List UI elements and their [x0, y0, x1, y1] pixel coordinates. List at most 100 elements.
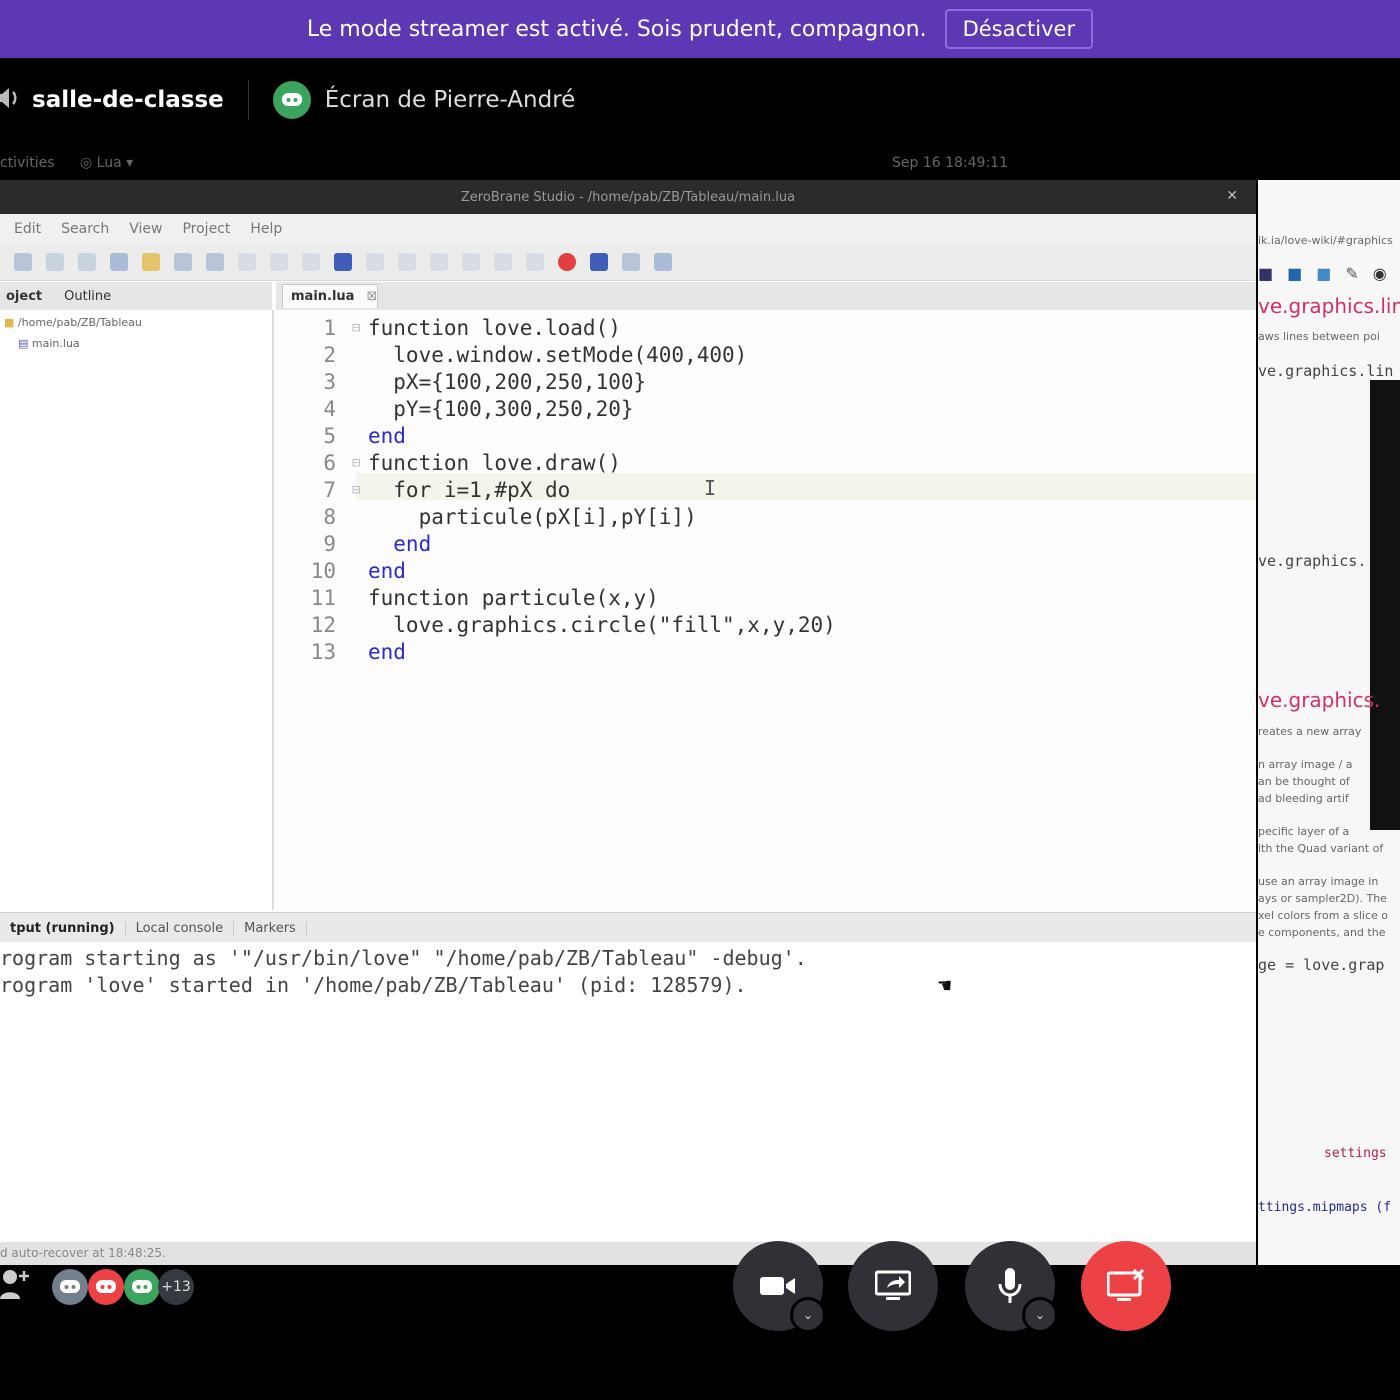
step-out-icon[interactable] — [302, 253, 320, 271]
code-line: end — [368, 424, 406, 448]
screen-share-icon — [875, 1270, 911, 1300]
activities-label: ctivities — [0, 155, 55, 171]
new-file-icon[interactable] — [14, 253, 32, 271]
doc-code: ve.graphics.lin — [1258, 362, 1394, 380]
find-icon[interactable] — [174, 253, 192, 271]
editor-tab-main[interactable]: main.lua ⊠ — [282, 284, 378, 308]
stop-stream-button[interactable] — [1081, 1241, 1171, 1331]
stop-icon[interactable] — [398, 253, 416, 271]
line-number: 3 — [323, 370, 336, 394]
project-tree: ■ /home/pab/ZB/Tableau ▤ main.lua — [0, 310, 274, 910]
tab-project[interactable]: oject — [6, 289, 42, 304]
add-member-icon[interactable] — [0, 1267, 32, 1305]
toolbar — [0, 244, 1256, 281]
share-screen-button[interactable] — [848, 1241, 938, 1331]
menu-bar: Edit Search View Project Help — [0, 214, 1256, 244]
menu-view[interactable]: View — [129, 221, 162, 237]
code-line: particule(pX[i],pY[i]) — [368, 505, 697, 529]
member-avatar[interactable] — [88, 1269, 124, 1305]
code-line: function love.load() — [368, 316, 621, 340]
doc-text: ad bleeding artif — [1258, 792, 1349, 805]
fold-marker-icon[interactable]: ⊟ — [352, 455, 360, 471]
menu-project[interactable]: Project — [182, 221, 230, 237]
tab-outline[interactable]: Outline — [64, 289, 111, 304]
tab-close-icon[interactable]: ⊠ — [366, 289, 377, 304]
fold-marker-icon[interactable]: ⊟ — [352, 482, 360, 498]
output-line: rogram starting as '"/usr/bin/love" "/ho… — [0, 946, 807, 970]
menu-help[interactable]: Help — [250, 221, 282, 237]
code-line: function love.draw() — [368, 451, 621, 475]
toolbar-icon[interactable]: ✎ — [1345, 264, 1358, 286]
discord-logo-icon — [281, 93, 302, 106]
doc-code: ttings.mipmaps (f — [1258, 1200, 1392, 1215]
microphone-options-button[interactable]: ⌄ — [1022, 1297, 1058, 1333]
tree-folder[interactable]: ■ /home/pab/ZB/Tableau — [4, 316, 142, 329]
replace-icon[interactable] — [206, 253, 224, 271]
line-number: 6 — [323, 451, 336, 475]
voice-channel-name[interactable]: salle-de-classe — [32, 87, 224, 113]
next-bookmark-icon[interactable] — [526, 253, 544, 271]
editor-tabs: main.lua ⊠ — [276, 282, 1256, 310]
breakpoint-icon[interactable] — [558, 253, 576, 271]
doc-code: ge = love.grap — [1258, 956, 1385, 974]
tree-file[interactable]: ▤ main.lua — [18, 337, 80, 350]
love-game-window[interactable] — [1370, 380, 1400, 830]
streamer-avatar[interactable] — [272, 81, 311, 119]
camera-icon — [760, 1277, 795, 1295]
tab-markers[interactable]: Markers — [234, 920, 307, 936]
member-avatar[interactable] — [124, 1269, 160, 1305]
discord-logo-icon — [96, 1280, 116, 1293]
refresh-icon[interactable] — [654, 253, 672, 271]
close-icon[interactable]: ✕ — [1226, 188, 1238, 204]
file-icon: ▤ — [18, 337, 29, 350]
fold-marker-icon[interactable]: ⊟ — [352, 320, 360, 336]
line-number: 2 — [323, 343, 336, 367]
toolbar-icon[interactable]: ◉ — [1373, 264, 1387, 286]
output-panel[interactable]: rogram starting as '"/usr/bin/love" "/ho… — [0, 942, 1256, 1242]
save-icon[interactable] — [46, 253, 64, 271]
status-bar: d auto-recover at 18:48:25. — [0, 1242, 1256, 1265]
code-line: love.graphics.circle("fill",x,y,20) — [368, 613, 836, 637]
menu-search[interactable]: Search — [61, 221, 109, 237]
pause-icon[interactable] — [366, 253, 384, 271]
lua-app-icon: ◎ — [80, 155, 97, 171]
doc-code: settings — [1324, 1146, 1387, 1161]
line-number: 10 — [310, 559, 336, 583]
text-cursor-icon: I — [704, 476, 717, 500]
step-over-icon[interactable] — [270, 253, 288, 271]
run-to-cursor-icon[interactable] — [334, 253, 352, 271]
doc-text: ays or sampler2D). The — [1258, 892, 1387, 905]
step-icon[interactable] — [238, 253, 256, 271]
code-line: function particule(x,y) — [368, 586, 659, 610]
open-folder-icon[interactable] — [142, 253, 160, 271]
toggle-bookmark-icon[interactable] — [590, 253, 608, 271]
doc-text: e components, and the — [1258, 926, 1386, 939]
microphone-icon — [998, 1268, 1022, 1303]
watch-icon[interactable] — [430, 253, 448, 271]
banner-message: Le mode streamer est activé. Sois pruden… — [306, 16, 927, 42]
camera-options-button[interactable]: ⌄ — [790, 1297, 826, 1333]
toolbar-icon[interactable]: ■ — [1287, 264, 1302, 286]
code-editor[interactable]: 1 2 3 4 5 6 7 8 9 10 11 12 13 ⊟ ⊟ ⊟ func… — [276, 310, 1256, 910]
tab-local-console[interactable]: Local console — [126, 920, 235, 936]
chevron-down-icon: ⌄ — [1034, 1308, 1046, 1322]
tab-output[interactable]: tput (running) — [0, 920, 126, 936]
code-line: end — [368, 640, 406, 664]
bookmark-icon[interactable] — [494, 253, 512, 271]
disable-streamer-mode-button[interactable]: Désactiver — [944, 9, 1094, 49]
doc-text: an be thought of — [1258, 775, 1350, 788]
browser-url[interactable]: ik.ia/love-wiki/#graphics — [1258, 234, 1393, 247]
extra-members-count[interactable]: +13 — [158, 1269, 194, 1305]
menu-edit[interactable]: Edit — [14, 221, 41, 237]
member-avatar[interactable] — [52, 1269, 88, 1305]
doc-text: reates a new array — [1258, 725, 1362, 738]
project-icon[interactable] — [110, 253, 128, 271]
sort-icon[interactable] — [622, 253, 640, 271]
browser-window-partial: ik.ia/love-wiki/#graphics ■ ■ ■ ✎ ◉ ve.g… — [1258, 180, 1400, 1265]
save-all-icon[interactable] — [78, 253, 96, 271]
toolbar-icon[interactable]: ■ — [1258, 264, 1273, 286]
stack-icon[interactable] — [462, 253, 480, 271]
code-line: end — [368, 559, 406, 583]
line-number: 9 — [323, 532, 336, 556]
toolbar-icon[interactable]: ■ — [1316, 264, 1331, 286]
